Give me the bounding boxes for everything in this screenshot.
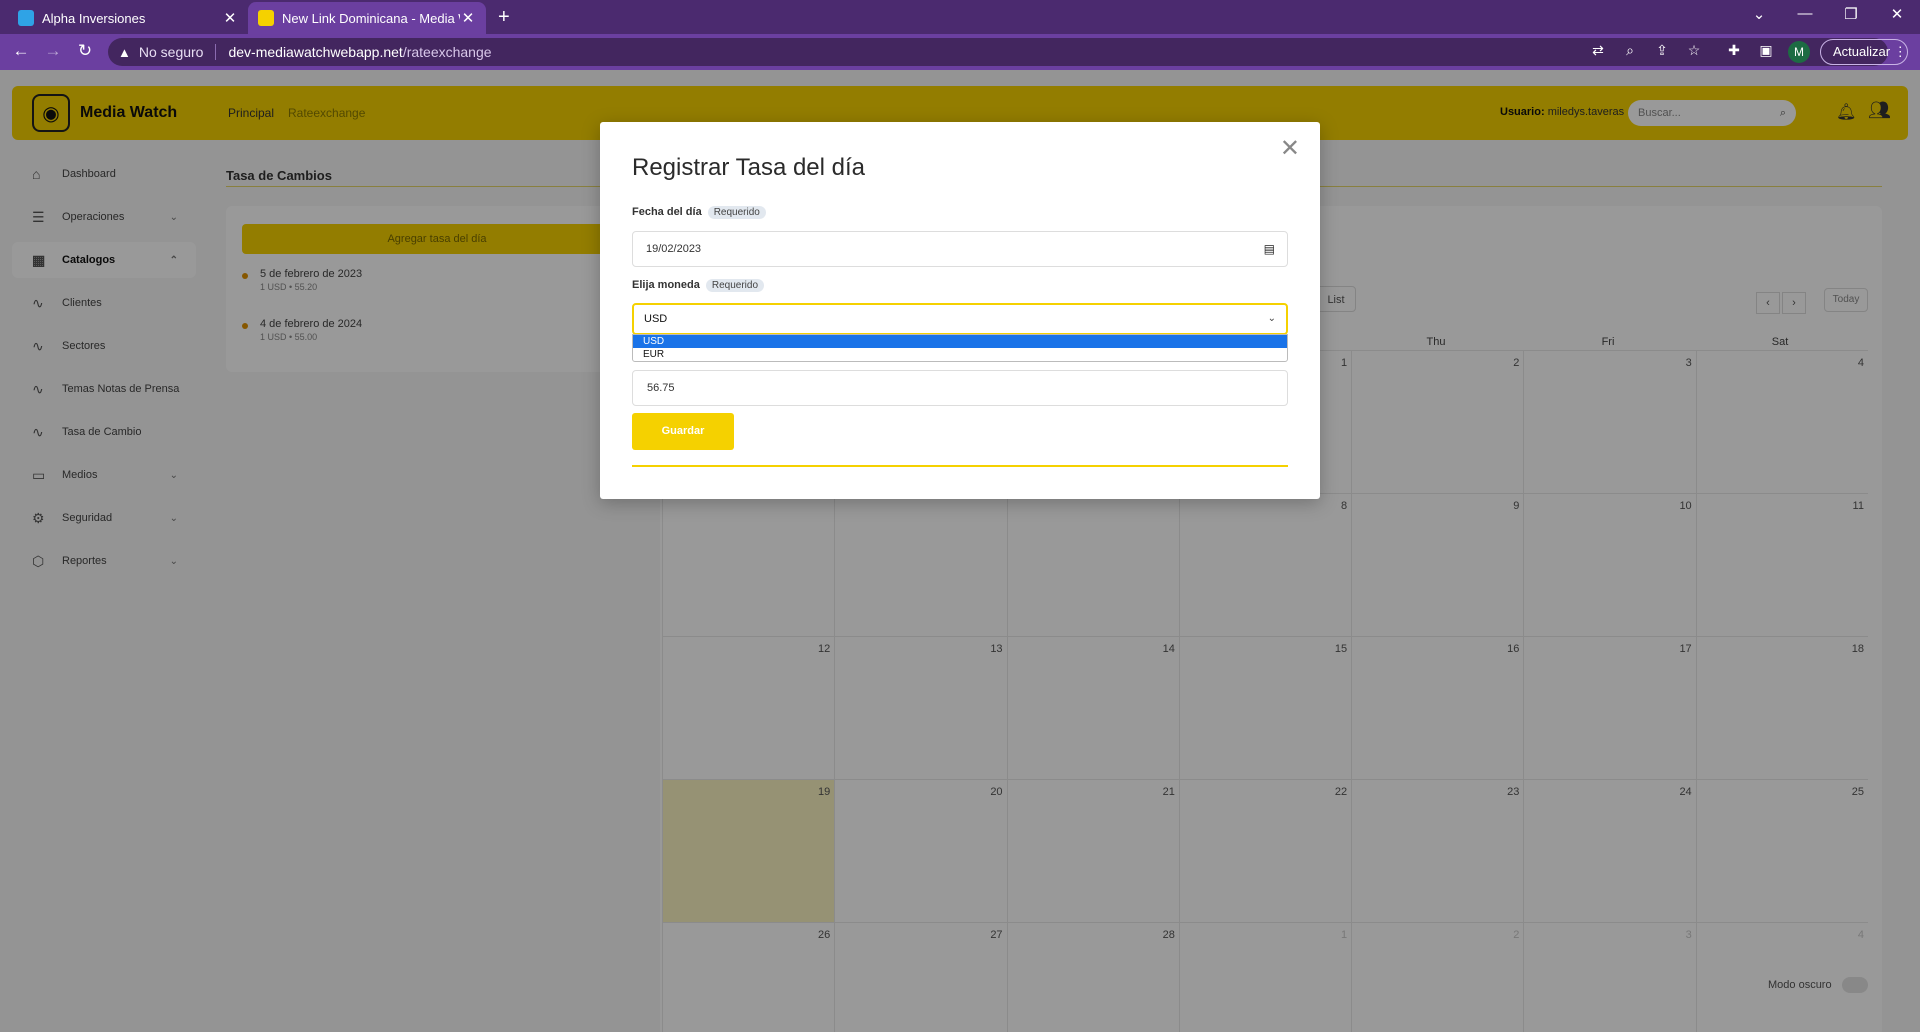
close-icon[interactable]: ✕ [460,9,476,27]
extensions-icon[interactable]: ✚ [1724,42,1744,59]
more-icon: ⋮ [1893,44,1907,59]
browser-toolbar: ← → ↻ ▲ No seguro dev-mediawatchwebapp.n… [0,34,1920,70]
currency-field-label: Elija moneda Requerido [632,279,765,292]
close-icon[interactable]: ✕ [222,9,238,27]
update-label: Actualizar [1833,44,1891,59]
currency-dropdown: USD EUR [632,334,1288,362]
browser-tab-bar: Alpha Inversiones ✕ New Link Dominicana … [0,0,1920,34]
calendar-icon[interactable]: ▤ [1264,232,1275,266]
chevron-down-icon: ⌄ [1267,313,1276,324]
url-path: /rateexchange [402,44,492,60]
reload-icon[interactable]: ↻ [74,41,96,61]
url-host: dev-mediawatchwebapp.net [228,44,403,60]
modal-title: Registrar Tasa del día [632,154,866,181]
required-badge: Requerido [705,279,765,292]
tab-search-icon[interactable]: ⌄ [1744,5,1774,23]
restore-icon[interactable]: ❐ [1836,5,1866,23]
date-label-text: Fecha del día [632,206,702,218]
zoom-icon[interactable]: ⌕ [1620,42,1640,59]
tab-title: Alpha Inversiones [42,10,146,26]
date-field[interactable]: 19/02/2023 ▤ [632,231,1288,267]
window-close-icon[interactable]: ✕ [1882,5,1912,23]
tab-title: New Link Dominicana - Media W [282,10,460,26]
currency-selected: USD [644,313,668,325]
warning-icon: ▲ [118,44,131,60]
minimize-icon[interactable]: — [1790,5,1820,22]
currency-select[interactable]: USD ⌄ [632,303,1288,335]
divider [215,44,217,60]
back-icon[interactable]: ← [10,41,32,61]
date-value: 19/02/2023 [646,243,702,255]
date-field-label: Fecha del día Requerido [632,206,766,219]
profile-avatar[interactable]: M [1788,41,1810,63]
side-panel-icon[interactable]: ▣ [1756,42,1776,59]
currency-option[interactable]: USD [633,335,1287,348]
browser-tab-active[interactable]: New Link Dominicana - Media W ✕ [248,2,486,34]
bookmark-star-icon[interactable]: ☆ [1684,42,1704,59]
update-button[interactable]: Actualizar ⋮ [1820,39,1908,65]
share-icon[interactable]: ⇪ [1652,42,1672,59]
tab-favicon-icon [18,10,34,26]
security-status: No seguro [138,44,204,60]
new-tab-icon[interactable]: + [498,6,510,29]
currency-option[interactable]: EUR [633,348,1287,361]
required-badge: Requerido [707,206,766,219]
rate-value-field[interactable]: 56.75 [632,370,1288,406]
register-rate-modal: Registrar Tasa del día ✕ Fecha del día Re… [600,122,1320,499]
currency-label-text: Elija moneda [632,279,700,291]
translate-icon[interactable]: ⇄ [1588,42,1608,59]
save-button[interactable]: Guardar [632,413,734,450]
forward-icon[interactable]: → [42,41,64,61]
url-text: dev-mediawatchwebapp.net/rateexchange [228,44,491,60]
divider [632,465,1288,467]
browser-tab[interactable]: Alpha Inversiones ✕ [8,2,248,34]
close-icon[interactable]: ✕ [1280,134,1300,163]
tab-favicon-icon [258,10,274,26]
